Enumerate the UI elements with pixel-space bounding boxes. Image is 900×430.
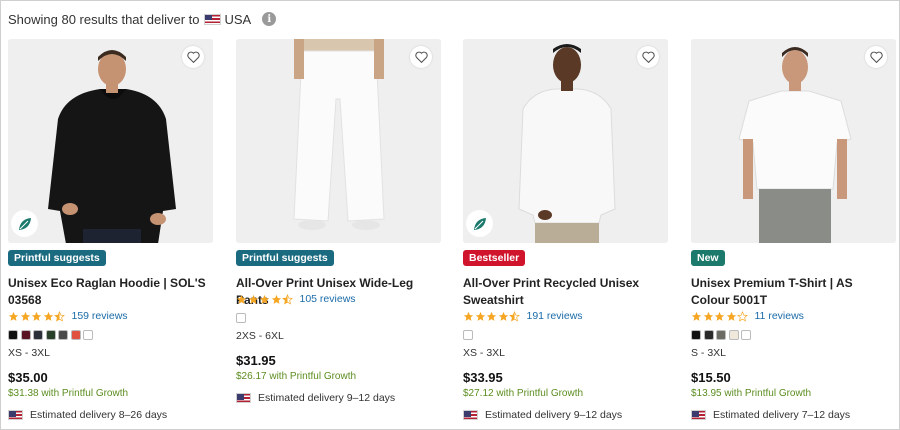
- catalog-page: Showing 80 results that deliver to USA i: [0, 0, 900, 430]
- product-card[interactable]: Printful suggests All-Over Print Unisex …: [236, 39, 442, 429]
- size-range: XS - 3XL: [463, 347, 506, 359]
- color-swatch[interactable]: [58, 330, 68, 340]
- color-swatch[interactable]: [20, 330, 31, 340]
- badge-printful-suggests: Printful suggests: [8, 250, 106, 266]
- size-range: XS - 3XL: [8, 347, 51, 359]
- star-rating-icons: [8, 310, 66, 322]
- pants-model-image: [236, 39, 441, 243]
- favorite-heart-icon[interactable]: [865, 46, 887, 68]
- color-swatch[interactable]: [45, 330, 56, 340]
- favorite-heart-icon[interactable]: [637, 46, 659, 68]
- results-summary: Showing 80 results that deliver to USA i: [8, 10, 277, 28]
- rating: 191 reviews: [463, 310, 583, 322]
- delivery-estimate: Estimated delivery 9–12 days: [236, 392, 395, 404]
- product-image[interactable]: [8, 39, 213, 243]
- color-swatch[interactable]: [83, 330, 93, 340]
- color-swatches: [8, 330, 96, 340]
- product-image[interactable]: [691, 39, 896, 243]
- delivery-text: Estimated delivery 9–12 days: [258, 392, 396, 404]
- us-flag-icon: [236, 393, 251, 403]
- rating: 105 reviews: [236, 293, 356, 305]
- product-title[interactable]: All-Over Print Recycled Unisex Sweatshir…: [463, 275, 663, 309]
- favorite-heart-icon[interactable]: [182, 46, 204, 68]
- product-title[interactable]: Unisex Eco Raglan Hoodie | SOL'S 03568: [8, 275, 208, 309]
- growth-price: $26.17 with Printful Growth: [236, 371, 357, 382]
- product-image[interactable]: [463, 39, 668, 243]
- results-count-text: Showing 80 results that deliver to: [8, 11, 200, 27]
- color-swatch[interactable]: [728, 330, 739, 340]
- badge-new: New: [691, 250, 725, 266]
- price: $15.50: [691, 370, 731, 385]
- product-card[interactable]: New Unisex Premium T-Shirt | AS Colour 5…: [691, 39, 897, 429]
- price: $33.95: [463, 370, 503, 385]
- us-flag-icon: [8, 410, 23, 420]
- size-range: S - 3XL: [691, 347, 727, 359]
- star-rating-icons: [691, 310, 749, 322]
- product-title[interactable]: Unisex Premium T-Shirt | AS Colour 5001T: [691, 275, 891, 309]
- hoodie-model-image: [8, 39, 213, 243]
- us-flag-icon: [691, 410, 706, 420]
- eco-leaf-icon: [466, 210, 493, 237]
- reviews-link[interactable]: 11 reviews: [755, 310, 804, 322]
- color-swatches: [691, 330, 754, 340]
- star-rating-icons: [236, 293, 294, 305]
- star-rating-icons: [463, 310, 521, 322]
- reviews-link[interactable]: 191 reviews: [527, 310, 583, 322]
- favorite-heart-icon[interactable]: [410, 46, 432, 68]
- us-flag-icon: [463, 410, 478, 420]
- sweatshirt-model-image: [463, 39, 668, 243]
- product-card[interactable]: Printful suggests Unisex Eco Raglan Hood…: [8, 39, 214, 429]
- tshirt-model-image: [691, 39, 896, 243]
- badge-printful-suggests: Printful suggests: [236, 250, 334, 266]
- delivery-text: Estimated delivery 7–12 days: [713, 409, 851, 421]
- rating: 11 reviews: [691, 310, 804, 322]
- badge-bestseller: Bestseller: [463, 250, 526, 266]
- color-swatches: [236, 313, 249, 323]
- delivery-text: Estimated delivery 8–26 days: [30, 409, 168, 421]
- product-card[interactable]: Bestseller All-Over Print Recycled Unise…: [463, 39, 669, 429]
- color-swatch[interactable]: [70, 330, 81, 340]
- delivery-estimate: Estimated delivery 9–12 days: [463, 409, 622, 421]
- color-swatch[interactable]: [691, 330, 701, 340]
- color-swatch[interactable]: [8, 330, 18, 340]
- info-icon[interactable]: i: [262, 12, 277, 26]
- color-swatch[interactable]: [236, 313, 246, 323]
- us-flag-icon: [203, 13, 221, 25]
- price: $31.95: [236, 353, 276, 368]
- color-swatch[interactable]: [703, 330, 714, 340]
- color-swatch[interactable]: [463, 330, 473, 340]
- delivery-country: USA: [224, 11, 252, 27]
- color-swatch[interactable]: [33, 330, 43, 340]
- delivery-text: Estimated delivery 9–12 days: [485, 409, 623, 421]
- reviews-link[interactable]: 159 reviews: [72, 310, 128, 322]
- growth-price: $31.38 with Printful Growth: [8, 388, 129, 399]
- color-swatch[interactable]: [716, 330, 726, 340]
- product-image[interactable]: [236, 39, 441, 243]
- growth-price: $13.95 with Printful Growth: [691, 388, 812, 399]
- delivery-estimate: Estimated delivery 8–26 days: [8, 409, 167, 421]
- size-range: 2XS - 6XL: [236, 330, 284, 342]
- eco-leaf-icon: [11, 210, 38, 237]
- growth-price: $27.12 with Printful Growth: [463, 388, 584, 399]
- reviews-link[interactable]: 105 reviews: [300, 293, 356, 305]
- color-swatch[interactable]: [741, 330, 751, 340]
- color-swatches: [463, 330, 476, 340]
- delivery-estimate: Estimated delivery 7–12 days: [691, 409, 850, 421]
- rating: 159 reviews: [8, 310, 128, 322]
- price: $35.00: [8, 370, 48, 385]
